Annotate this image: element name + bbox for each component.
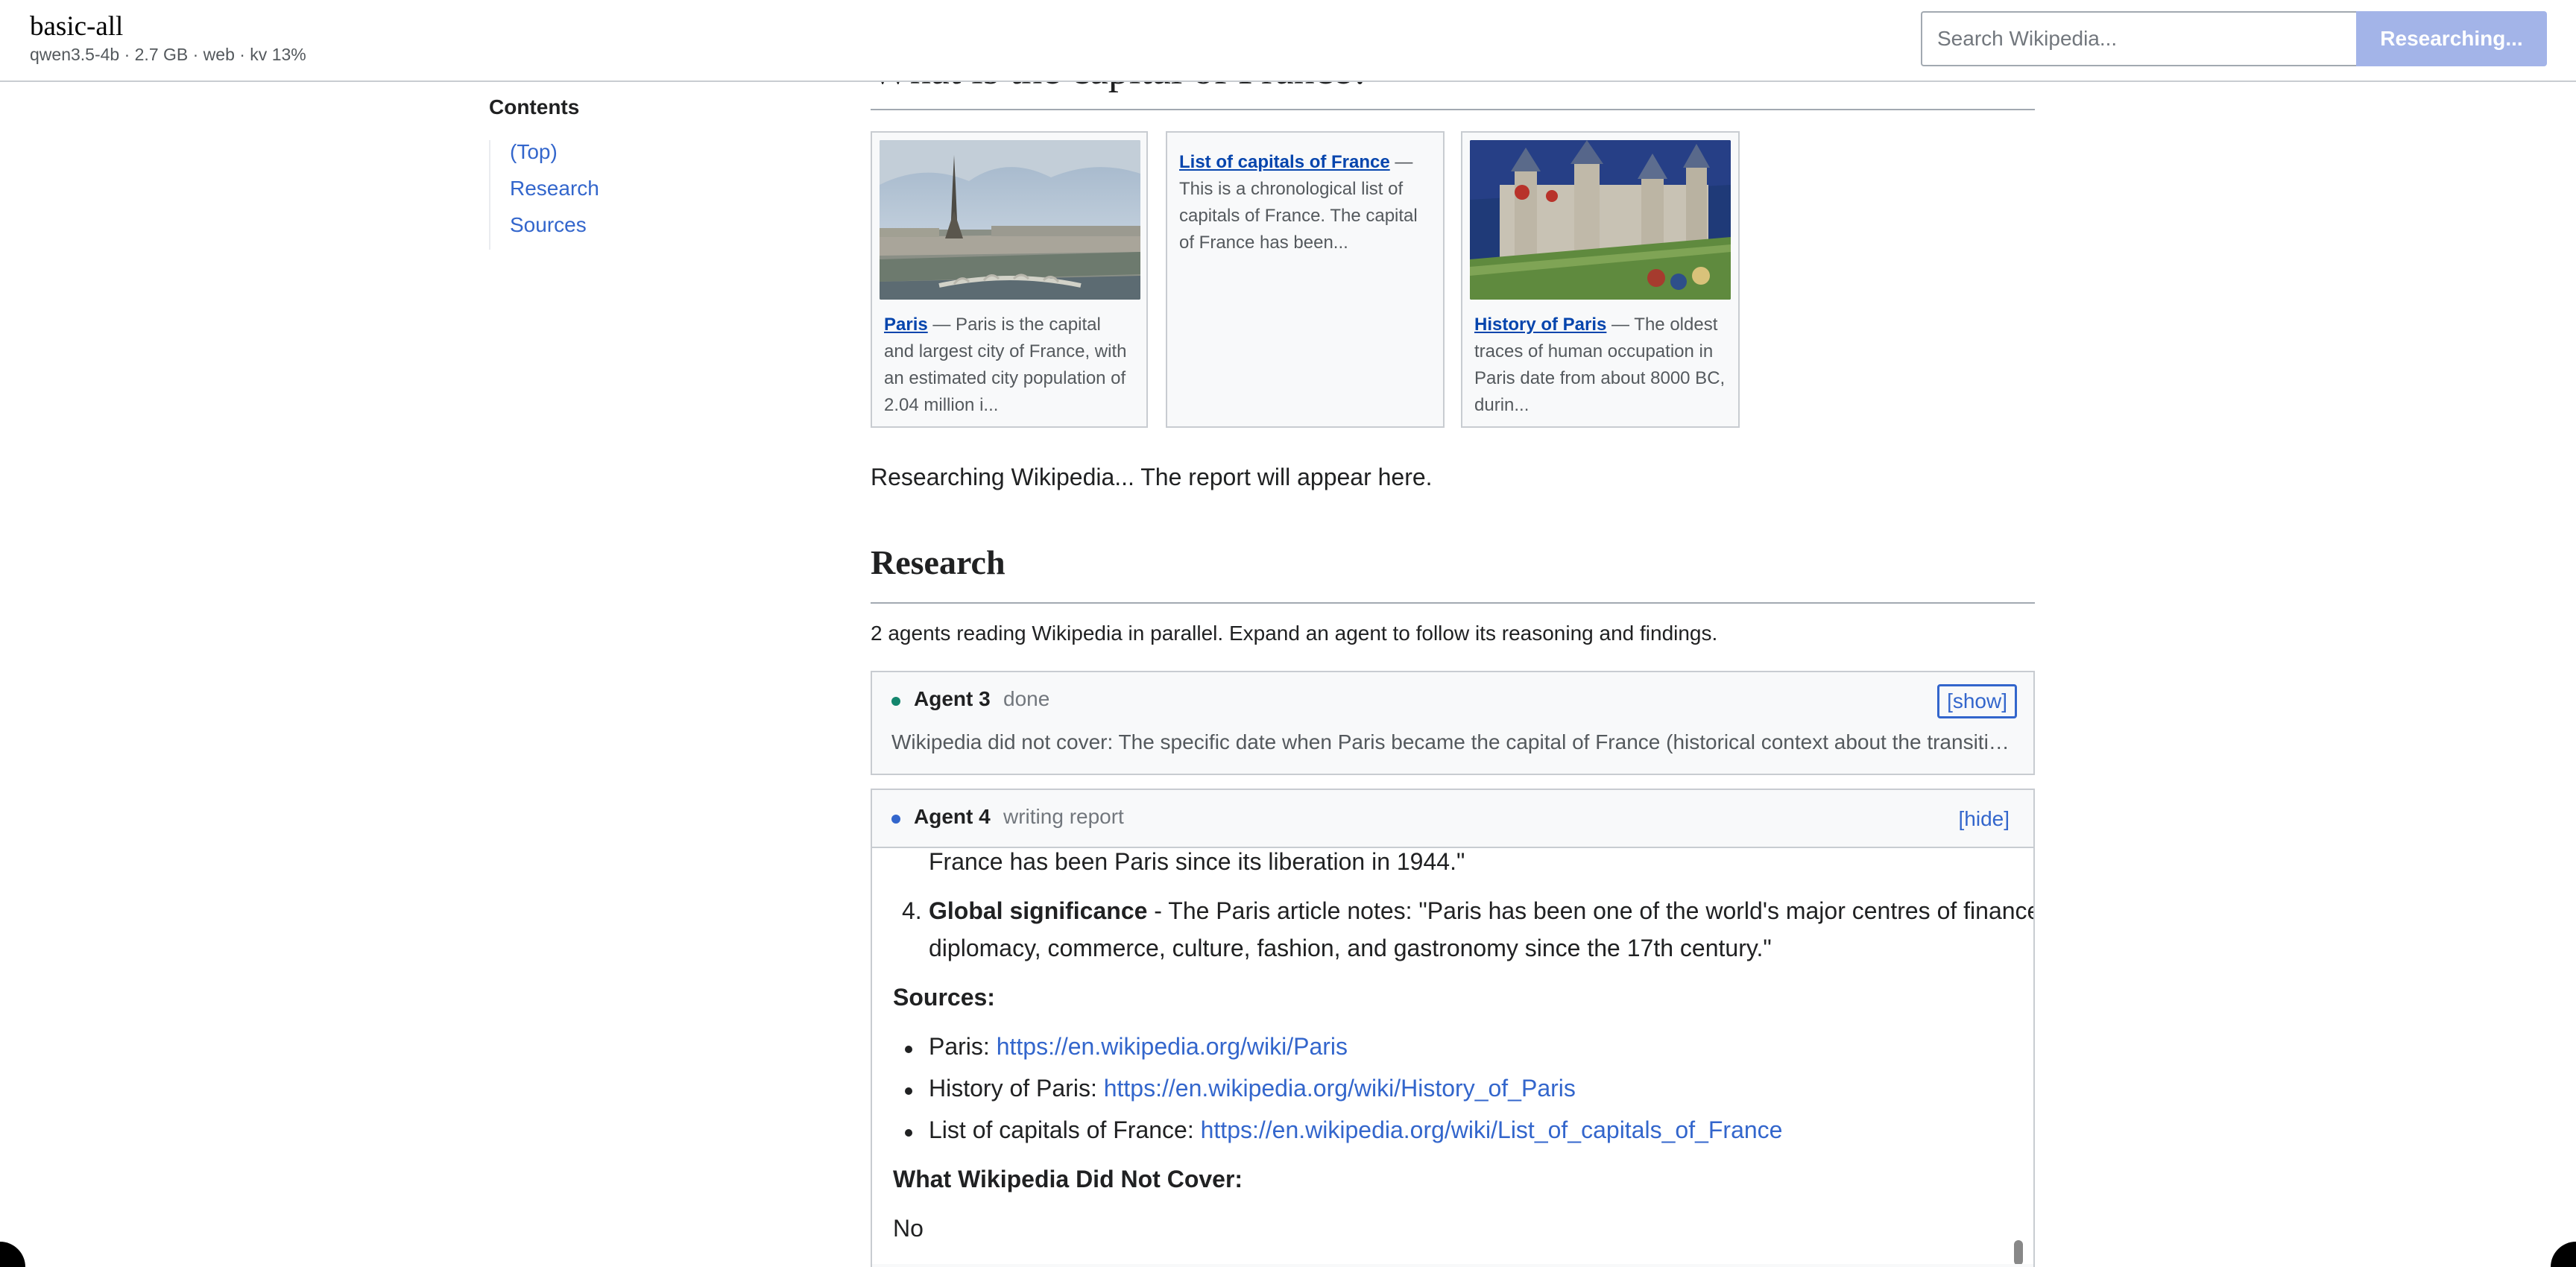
- source-label: List of capitals of France:: [929, 1116, 1201, 1143]
- agent-panel-3: Agent 3 done [show] Wikipedia did not co…: [871, 671, 2035, 775]
- table-of-contents: Contents (Top) Research Sources: [489, 95, 787, 250]
- agent-show-button[interactable]: [show]: [1937, 684, 2017, 718]
- report-item-4-text: - The Paris article notes: "Paris has be…: [1147, 897, 2033, 924]
- source-label: History of Paris:: [929, 1075, 1104, 1102]
- source-link-list-of-capitals[interactable]: https://en.wikipedia.org/wiki/List_of_ca…: [1201, 1116, 1783, 1143]
- bullet-icon: [905, 1046, 912, 1053]
- research-status: Researching Wikipedia... The report will…: [871, 464, 1433, 490]
- heading-divider: [871, 109, 2035, 110]
- agent-hide-button[interactable]: [hide]: [1951, 802, 2018, 836]
- report-item-number: 4.: [902, 897, 922, 924]
- eiffel-tower-photo-icon: [880, 140, 1140, 300]
- card-link-list-of-capitals[interactable]: List of capitals of France: [1179, 152, 1390, 172]
- agent-summary-3: Wikipedia did not cover: The specific da…: [891, 730, 2033, 753]
- toc-link-top[interactable]: (Top): [510, 140, 558, 163]
- search-button[interactable]: Researching...: [2356, 11, 2547, 66]
- model-meta: qwen3.5-4b · 2.7 GB · web · kv 13%: [30, 45, 306, 64]
- card-link-history-of-paris[interactable]: History of Paris: [1474, 315, 1606, 335]
- toc-link-research[interactable]: Research: [510, 177, 599, 200]
- bullet-icon: [905, 1087, 912, 1095]
- report-sources-heading: Sources:: [893, 984, 995, 1011]
- source-item-history-of-paris: History of Paris: https://en.wikipedia.o…: [929, 1075, 1576, 1102]
- research-intro: 2 agents reading Wikipedia in parallel. …: [871, 622, 1718, 645]
- main-content: What is the capital of France?: [871, 0, 2035, 1267]
- bullet-icon: [905, 1129, 912, 1137]
- report-item-4-continued: diplomacy, commerce, culture, fashion, a…: [929, 935, 1772, 961]
- report-item-4: Global significance - The Paris article …: [929, 897, 2033, 925]
- report-not-covered-heading: What Wikipedia Did Not Cover:: [893, 1166, 1243, 1192]
- agent-header-3: Agent 3 done [show]: [872, 672, 2033, 729]
- card-link-paris[interactable]: Paris: [884, 315, 928, 335]
- agent-name-4: Agent 4: [914, 805, 991, 828]
- report-item-4-title: Global significance: [929, 897, 1148, 924]
- window-corner-right: [2551, 1242, 2576, 1267]
- source-link-history-of-paris[interactable]: https://en.wikipedia.org/wiki/History_of…: [1104, 1075, 1576, 1102]
- toc-item-research: Research: [510, 177, 787, 213]
- toc-item-top: (Top): [510, 140, 787, 177]
- toc-title: Contents: [489, 95, 580, 119]
- agent-name-3: Agent 3: [914, 687, 991, 710]
- research-divider: [871, 602, 2035, 604]
- card-text-paris: Paris — Paris is the capital and largest…: [880, 312, 1139, 419]
- research-heading: Research: [871, 543, 1006, 581]
- window-corner-left: [0, 1242, 25, 1267]
- source-item-paris: Paris: https://en.wikipedia.org/wiki/Par…: [929, 1033, 1348, 1061]
- result-card-list-of-capitals[interactable]: List of capitals of France — This is a c…: [1166, 131, 1445, 428]
- agent-state-4: writing report: [1003, 805, 1124, 828]
- result-card-history-of-paris[interactable]: History of Paris — The oldest traces of …: [1461, 131, 1740, 428]
- agent-header-4: Agent 4 writing report [hide]: [872, 790, 2033, 847]
- app-title: basic-all: [30, 11, 124, 42]
- agent-state-3: done: [1003, 687, 1050, 710]
- card-text-list-of-capitals: List of capitals of France — This is a c…: [1175, 140, 1436, 256]
- status-dot-icon: [891, 815, 900, 824]
- report-line-partial: France has been Paris since its liberati…: [929, 848, 1465, 875]
- agent-report-body[interactable]: France has been Paris since its liberati…: [872, 847, 2033, 1264]
- result-card-paris[interactable]: Paris — Paris is the capital and largest…: [871, 131, 1148, 428]
- status-dot-icon: [891, 697, 900, 706]
- card-text-history-of-paris: History of Paris — The oldest traces of …: [1470, 312, 1731, 419]
- source-item-list-of-capitals: List of capitals of France: https://en.w…: [929, 1116, 1782, 1144]
- report-not-covered-text: No: [893, 1215, 924, 1242]
- source-label: Paris:: [929, 1033, 997, 1060]
- agent-panel-4: Agent 4 writing report [hide] France has…: [871, 789, 2035, 1267]
- medieval-castle-painting-icon: [1470, 140, 1731, 300]
- source-link-paris[interactable]: https://en.wikipedia.org/wiki/Paris: [997, 1033, 1348, 1060]
- toc-item-sources: Sources: [510, 213, 787, 250]
- top-header: basic-all qwen3.5-4b · 2.7 GB · web · kv…: [0, 0, 2576, 82]
- report-scrollbar-thumb[interactable]: [2014, 1240, 2023, 1264]
- toc-list: (Top) Research Sources: [489, 140, 787, 250]
- search-input[interactable]: [1921, 11, 2356, 66]
- toc-link-sources[interactable]: Sources: [510, 213, 587, 236]
